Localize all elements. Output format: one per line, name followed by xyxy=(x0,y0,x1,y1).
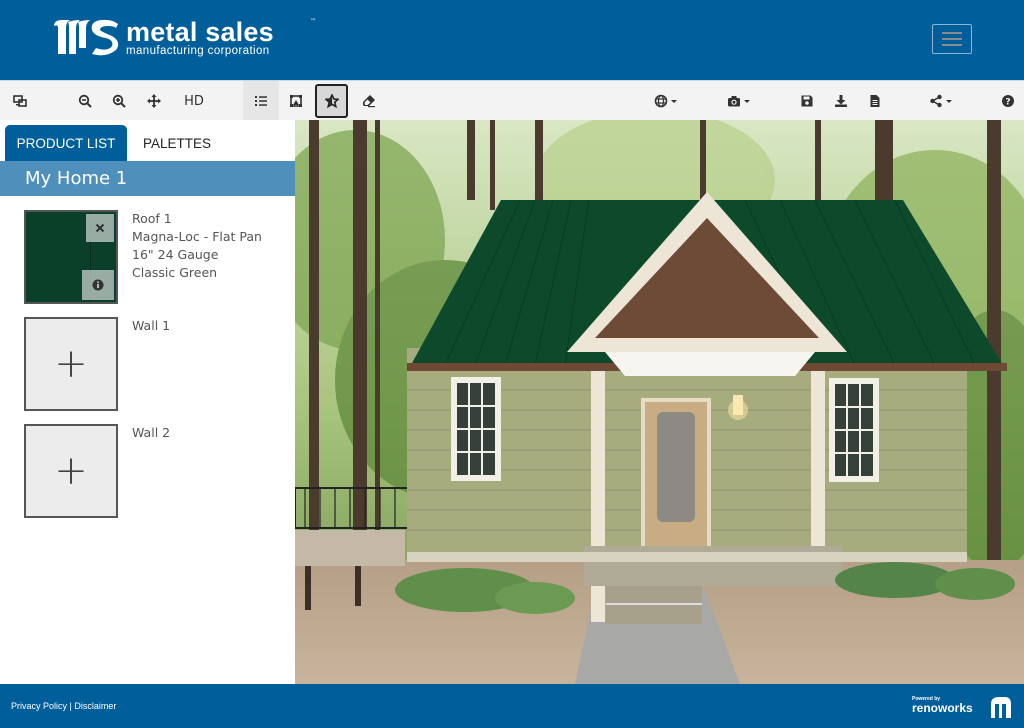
compare-views-button[interactable] xyxy=(6,81,34,121)
pan-button[interactable] xyxy=(141,81,167,121)
save-button[interactable] xyxy=(796,81,818,121)
svg-text:?: ? xyxy=(1005,98,1010,108)
renoworks-wordmark: renoworks xyxy=(912,701,973,715)
hd-button[interactable]: HD xyxy=(178,81,210,121)
sidebar-tabs: PRODUCT LIST PALETTES xyxy=(5,125,227,161)
download-icon xyxy=(835,95,847,107)
hamburger-icon-line xyxy=(942,38,962,40)
close-icon xyxy=(95,223,105,233)
product-list-button[interactable] xyxy=(243,81,279,121)
list-icon xyxy=(255,96,267,106)
brand-subtitle: manufacturing corporation xyxy=(126,45,270,57)
disclaimer-link[interactable]: Disclaimer xyxy=(74,701,116,711)
language-dropdown[interactable] xyxy=(650,81,680,121)
download-button[interactable] xyxy=(830,81,852,121)
hamburger-icon-line xyxy=(942,44,962,46)
zoom-in-button[interactable] xyxy=(106,81,132,121)
eraser-icon xyxy=(363,95,375,108)
privacy-policy-link[interactable]: Privacy Policy xyxy=(11,701,67,711)
document-icon xyxy=(870,95,880,107)
plus-icon: + xyxy=(54,341,88,387)
mask-icon xyxy=(290,95,302,107)
product-color: Classic Green xyxy=(132,265,218,280)
brand-wordmark: metal sales ™ manufacturing corporation xyxy=(126,17,316,57)
move-icon xyxy=(147,94,161,108)
help-button[interactable]: ? xyxy=(998,81,1018,121)
info-icon xyxy=(92,279,104,291)
hamburger-menu-button[interactable] xyxy=(932,24,972,54)
brand-logo[interactable]: metal sales ™ manufacturing corporation xyxy=(52,17,316,60)
globe-icon xyxy=(654,94,667,108)
powered-by-renoworks[interactable]: Powered by renoworks xyxy=(912,696,1011,718)
star-icon xyxy=(324,94,339,108)
surface-name: Wall 2 xyxy=(132,425,171,440)
toolbar: HD ? xyxy=(0,80,1024,121)
zoom-in-icon xyxy=(112,94,126,108)
brand-name: metal sales xyxy=(126,17,274,47)
camera-icon xyxy=(727,96,740,107)
favorite-button[interactable] xyxy=(315,84,348,118)
tab-product-list[interactable]: PRODUCT LIST xyxy=(5,125,127,161)
add-product-button[interactable]: + xyxy=(24,424,118,518)
product-info-button[interactable] xyxy=(82,270,114,300)
house-visualizer-canvas[interactable] xyxy=(295,120,1024,684)
house xyxy=(407,192,1007,624)
app-footer: Privacy Policy | Disclaimer Powered by r… xyxy=(0,684,1024,728)
caret-down-icon xyxy=(743,99,750,103)
product-item-wall-1: + Wall 1 xyxy=(24,317,284,411)
help-icon: ? xyxy=(1002,95,1014,108)
eraser-button[interactable] xyxy=(356,81,382,121)
hamburger-icon-line xyxy=(942,32,962,34)
compare-icon xyxy=(13,95,27,107)
project-title: My Home 1 xyxy=(0,161,295,196)
add-product-button[interactable]: + xyxy=(24,317,118,411)
brand-trademark: ™ xyxy=(310,18,316,25)
product-spec: 16" 24 Gauge xyxy=(132,247,219,262)
plus-icon: + xyxy=(54,448,88,494)
tab-palettes[interactable]: PALETTES xyxy=(127,125,227,161)
surface-name: Wall 1 xyxy=(132,318,171,333)
share-icon xyxy=(929,94,942,108)
ms-logo-icon xyxy=(52,18,122,56)
caret-down-icon xyxy=(670,99,677,103)
zoom-out-icon xyxy=(78,94,92,108)
footer-links: Privacy Policy | Disclaimer xyxy=(11,701,116,711)
product-details: Roof 1 Magna-Loc - Flat Pan 16" 24 Gauge… xyxy=(132,210,262,282)
report-button[interactable] xyxy=(864,81,886,121)
product-details: Wall 2 xyxy=(132,424,170,442)
remove-product-button[interactable] xyxy=(86,214,114,242)
product-details: Wall 1 xyxy=(132,317,170,335)
caret-down-icon xyxy=(945,99,952,103)
house-scene xyxy=(295,120,1024,684)
sidebar-panel: PRODUCT LIST PALETTES My Home 1 Roof 1 M… xyxy=(0,120,295,684)
product-item-wall-2: + Wall 2 xyxy=(24,424,284,518)
product-item-roof-1: Roof 1 Magna-Loc - Flat Pan 16" 24 Gauge… xyxy=(24,210,284,304)
save-icon xyxy=(801,95,813,107)
product-name: Magna-Loc - Flat Pan xyxy=(132,229,262,244)
zoom-out-button[interactable] xyxy=(72,81,98,121)
roof-swatch[interactable] xyxy=(24,210,118,304)
mask-button[interactable] xyxy=(283,81,309,121)
surface-name: Roof 1 xyxy=(132,211,172,226)
camera-dropdown[interactable] xyxy=(722,81,754,121)
share-dropdown[interactable] xyxy=(925,81,955,121)
renoworks-logo-icon xyxy=(991,697,1011,718)
app-header: metal sales ™ manufacturing corporation xyxy=(0,0,1024,80)
